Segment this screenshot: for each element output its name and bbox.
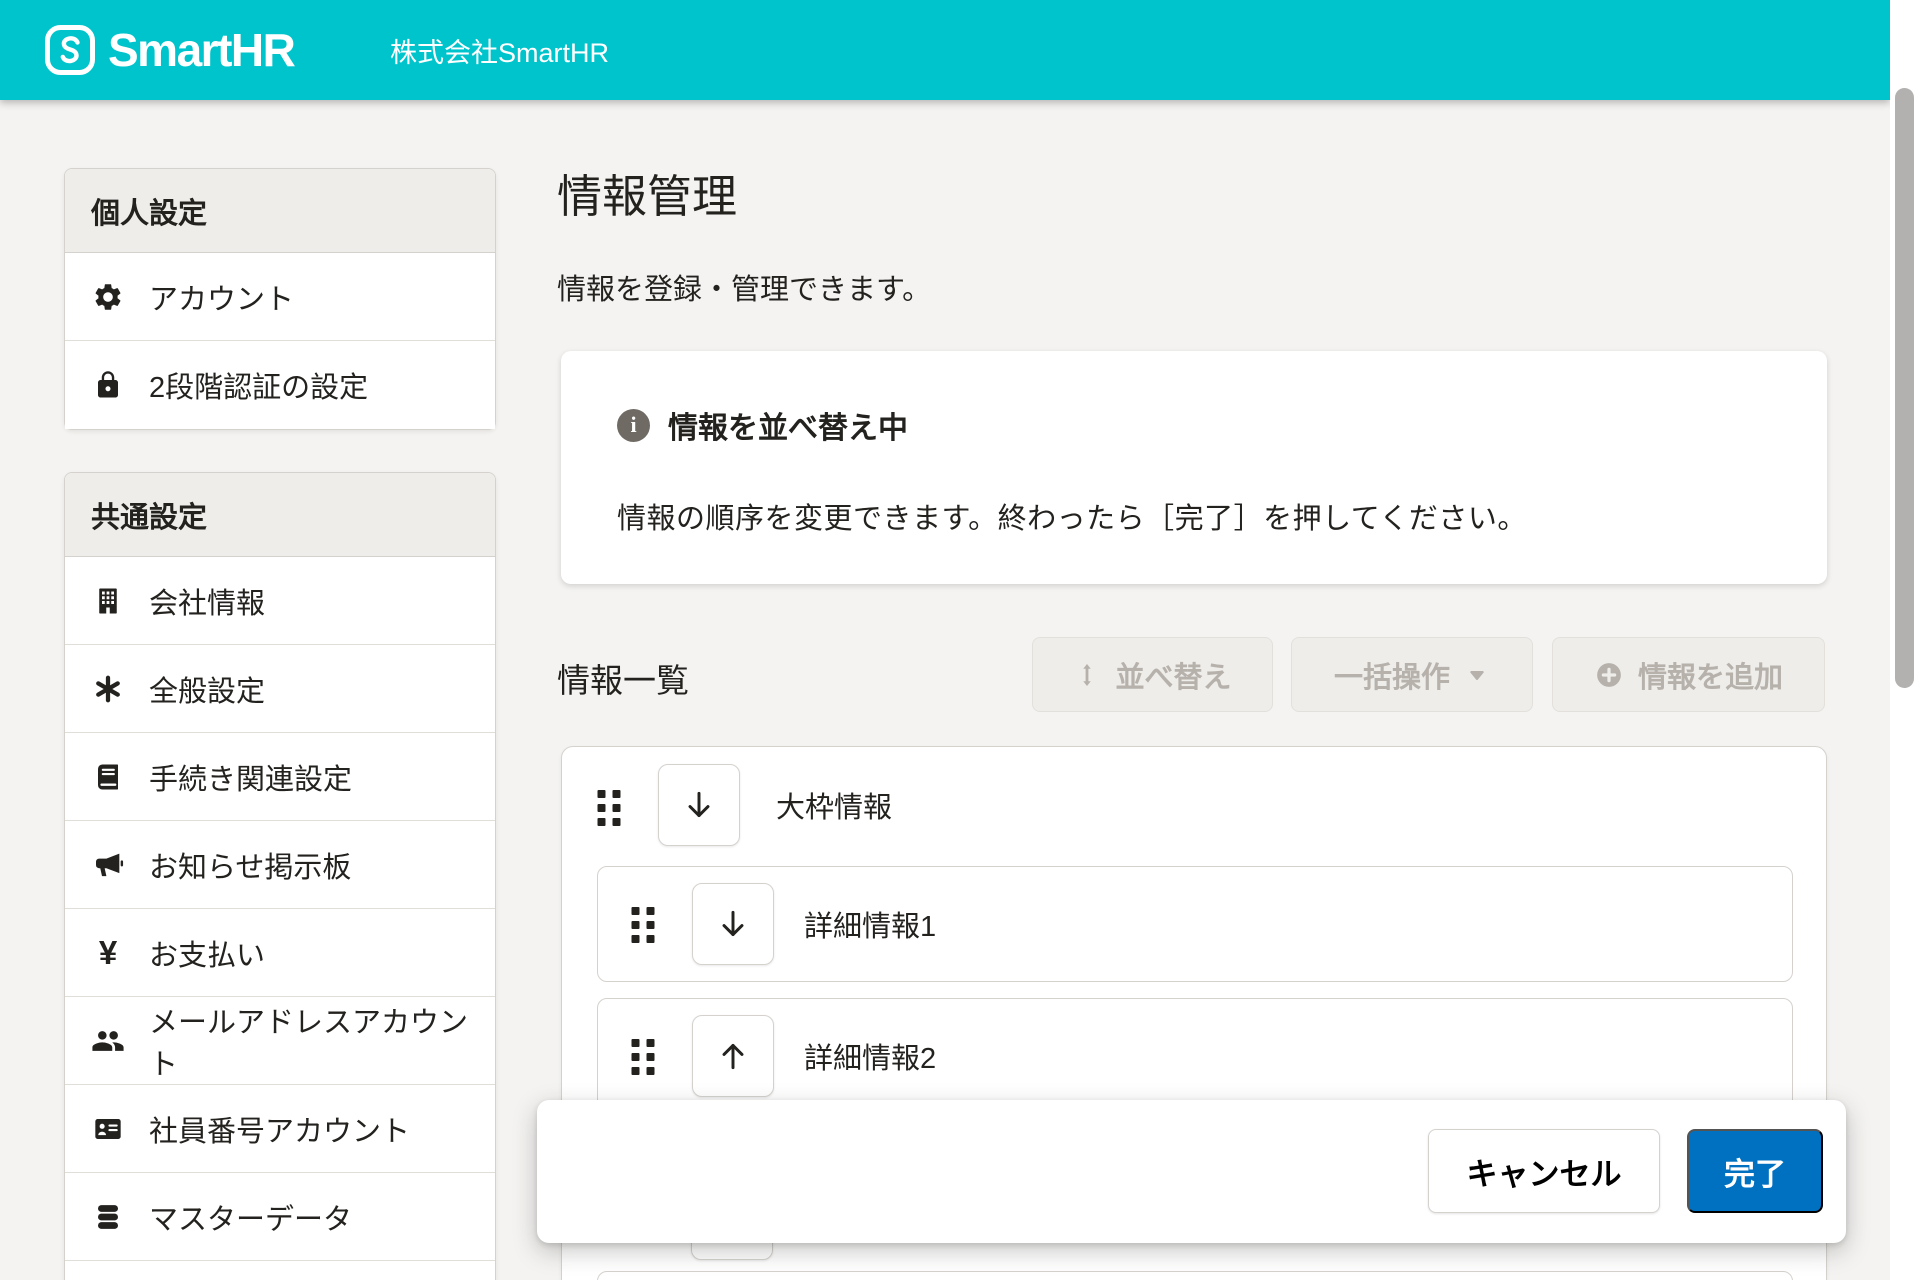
sort-button[interactable]: 並べ替え	[1032, 637, 1273, 712]
arrow-down-icon	[680, 786, 718, 824]
smarthr-logo[interactable]: SmartHR	[44, 23, 294, 77]
move-down-button[interactable]	[658, 764, 740, 846]
sidebar-item-employee-number-accounts[interactable]: 社員番号アカウント	[65, 1085, 495, 1173]
drag-handle[interactable]	[595, 788, 623, 828]
scrollbar-thumb[interactable]	[1895, 88, 1914, 688]
list-row-detail-2: 詳細情報2	[597, 998, 1793, 1114]
sidebar-item-label: アカウント	[149, 276, 294, 318]
add-info-button[interactable]: 情報を追加	[1552, 637, 1825, 712]
brand-name: SmartHR	[108, 23, 294, 77]
sort-action-bar: キャンセル 完了	[537, 1100, 1846, 1243]
sidebar-item-master-data[interactable]: マスターデータ	[65, 1173, 495, 1261]
lock-icon	[91, 368, 125, 402]
sidebar-item-label: マスターデータ	[149, 1196, 352, 1238]
chevron-down-icon	[1464, 662, 1490, 688]
sidebar-item-procedure-settings[interactable]: 手続き関連設定	[65, 733, 495, 821]
sort-updown-icon	[1073, 661, 1101, 689]
list-row-label: 詳細情報1	[804, 867, 936, 981]
bulk-action-button[interactable]: 一括操作	[1291, 637, 1533, 712]
asterisk-icon	[91, 672, 125, 706]
users-icon	[91, 1024, 125, 1058]
sidebar-item-company-info[interactable]: 会社情報	[65, 557, 495, 645]
group-row-label: 大枠情報	[776, 747, 892, 863]
page-title: 情報管理	[557, 160, 737, 225]
notice-body: 情報の順序を変更できます。終わったら［完了］を押してください。	[617, 495, 1527, 537]
sidebar-item-label: 会社情報	[149, 580, 265, 622]
sidebar-section-title-personal: 個人設定	[65, 169, 495, 253]
sidebar-item-two-factor[interactable]: 2段階認証の設定	[65, 341, 495, 429]
sidebar-common-settings: 共通設定 会社情報 全般設定 手続き関連設定 お知らせ掲示板	[64, 472, 496, 1280]
tenant-name: 株式会社SmartHR	[390, 0, 609, 100]
scrollbar-track[interactable]	[1890, 0, 1920, 1280]
sidebar-section-title-common: 共通設定	[65, 473, 495, 557]
smarthr-logo-icon	[44, 24, 96, 76]
list-heading: 情報一覧	[557, 654, 689, 702]
sidebar-item-label: メールアドレスアカウント	[149, 999, 469, 1083]
sidebar-item-label: 全般設定	[149, 668, 265, 710]
sidebar-item-general-settings[interactable]: 全般設定	[65, 645, 495, 733]
plus-circle-icon	[1594, 660, 1624, 690]
sidebar-item-label: 手続き関連設定	[149, 756, 352, 798]
sidebar-item-clipped	[65, 1261, 495, 1280]
sidebar-item-account[interactable]: アカウント	[65, 253, 495, 341]
list-row-detail-1: 詳細情報1	[597, 866, 1793, 982]
notice-title: 情報を並べ替え中	[668, 403, 908, 447]
list-row-clipped	[597, 1271, 1793, 1280]
sort-button-label: 並べ替え	[1115, 654, 1231, 696]
sidebar-item-label: 社員番号アカウント	[149, 1108, 410, 1150]
arrow-up-icon	[714, 1037, 752, 1075]
add-info-label: 情報を追加	[1638, 654, 1783, 696]
bulk-action-label: 一括操作	[1334, 654, 1450, 696]
id-card-icon	[91, 1112, 125, 1146]
cancel-button[interactable]: キャンセル	[1428, 1129, 1660, 1213]
sidebar-item-label: 2段階認証の設定	[149, 364, 368, 406]
building-icon	[91, 584, 125, 618]
sidebar-item-label: お支払い	[149, 932, 265, 974]
sidebar-item-label: お知らせ掲示板	[149, 844, 351, 886]
megaphone-icon	[91, 848, 125, 882]
move-up-button[interactable]	[692, 1015, 774, 1097]
gear-icon	[91, 280, 125, 314]
list-row-label: 詳細情報2	[804, 999, 936, 1113]
sidebar-personal-settings: 個人設定 アカウント 2段階認証の設定	[64, 168, 496, 430]
drag-handle[interactable]	[629, 1037, 657, 1077]
database-icon	[91, 1200, 125, 1234]
app-header: SmartHR 株式会社SmartHR	[0, 0, 1890, 100]
done-button[interactable]: 完了	[1687, 1129, 1823, 1213]
info-icon: i	[617, 409, 650, 442]
page-description: 情報を登録・管理できます。	[557, 266, 931, 308]
sorting-notice-card: i 情報を並べ替え中 情報の順序を変更できます。終わったら［完了］を押してくださ…	[561, 351, 1827, 584]
move-down-button[interactable]	[692, 883, 774, 965]
yen-icon: ¥	[91, 936, 125, 970]
arrow-down-icon	[714, 905, 752, 943]
sidebar-item-announcement-board[interactable]: お知らせ掲示板	[65, 821, 495, 909]
book-icon	[91, 760, 125, 794]
drag-handle[interactable]	[629, 905, 657, 945]
sidebar-item-payment[interactable]: ¥ お支払い	[65, 909, 495, 997]
sidebar-item-email-accounts[interactable]: メールアドレスアカウント	[65, 997, 495, 1085]
page: SmartHR 株式会社SmartHR 個人設定 アカウント 2段階認証の設定 …	[0, 0, 1920, 1280]
